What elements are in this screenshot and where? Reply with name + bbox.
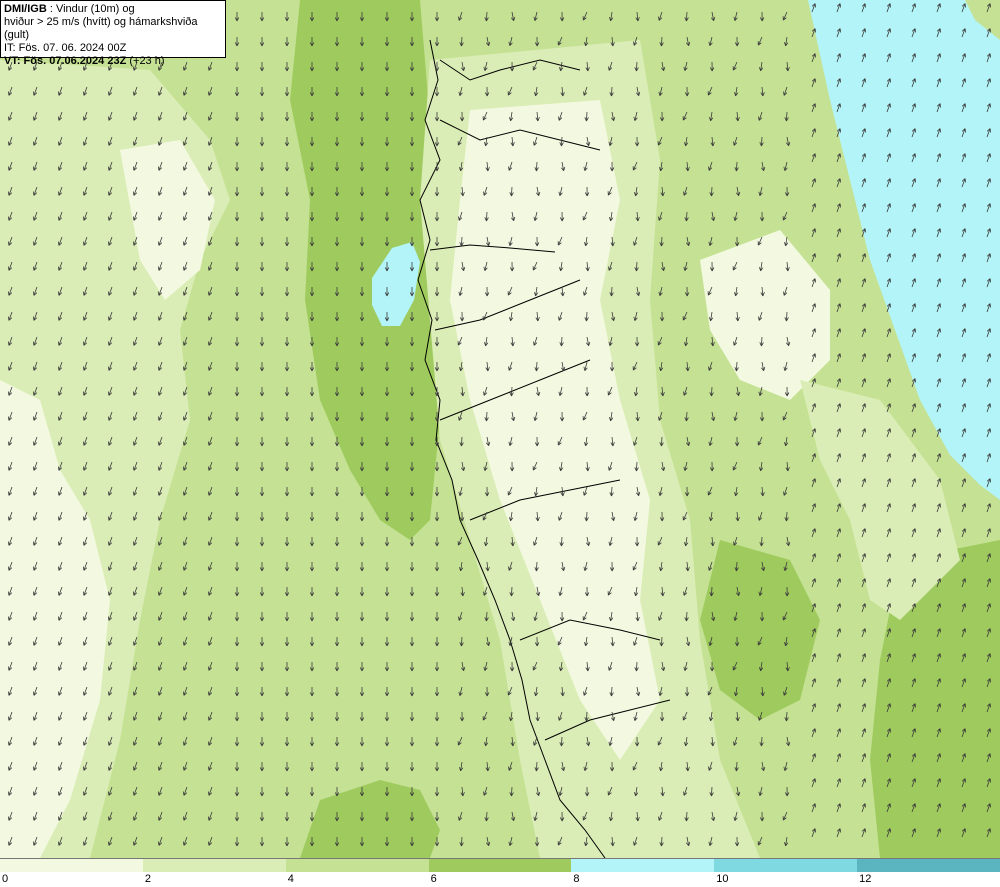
legend-swatch: [142, 859, 286, 872]
legend-label: 12: [859, 873, 872, 885]
legend-labels: 0 2 4 6 8 10 12: [0, 872, 1000, 887]
source-label: DMI/IGB: [4, 3, 47, 15]
legend-swatch: [428, 859, 572, 872]
legend-swatch: [857, 859, 1000, 872]
legend-label: 10: [716, 873, 729, 885]
legend-label: 2: [144, 873, 151, 885]
legend-color-bar: [0, 858, 1000, 872]
issue-time: IT: Fös. 07. 06. 2024 00Z: [4, 42, 127, 54]
legend-label: 4: [287, 873, 294, 885]
wind-map: [0, 0, 1000, 858]
legend-swatch: [0, 859, 143, 872]
legend-label: 8: [573, 873, 580, 885]
lead-time: (+23 h): [126, 55, 165, 67]
legend-swatch: [285, 859, 429, 872]
legend-swatch: [571, 859, 715, 872]
legend-swatch: [714, 859, 858, 872]
legend-label: 0: [2, 873, 9, 885]
valid-time-line: VT: Fös. 07.06.2024 23Z (+23 h): [4, 55, 222, 68]
product-label: : Vindur (10m) og: [46, 3, 135, 15]
legend-label: 6: [430, 873, 437, 885]
title-line-1: DMI/IGB : Vindur (10m) og: [4, 3, 222, 16]
title-line-2: hviður > 25 m/s (hvítt) og hámarkshviða …: [4, 16, 198, 41]
map-title-box: DMI/IGB : Vindur (10m) og hviður > 25 m/…: [0, 0, 226, 67]
valid-time: VT: Fös. 07.06.2024 23Z: [4, 55, 127, 67]
